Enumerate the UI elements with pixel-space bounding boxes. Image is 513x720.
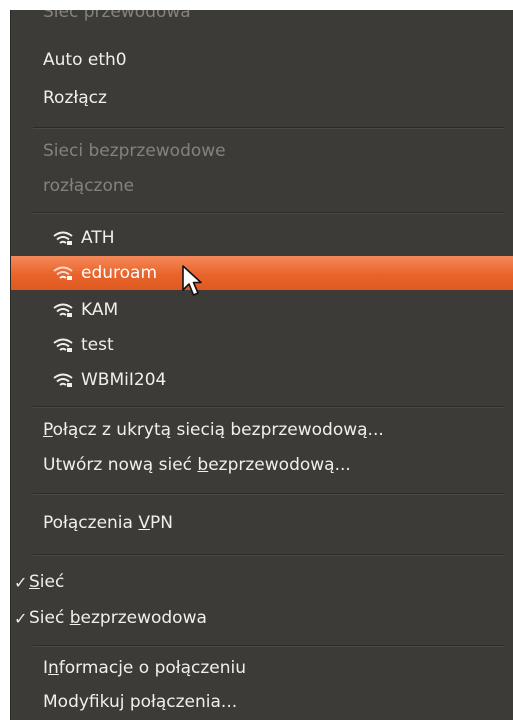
checkmark-icon: ✓ [14,608,28,628]
network-item-ath[interactable]: ATH [11,221,513,255]
network-item-eduroam[interactable]: eduroam [11,256,513,290]
mnemonic-letter: b [69,608,81,628]
menu-item-connect-hidden-network[interactable]: Połącz z ukrytą siecią bezprzewodową... [11,413,513,447]
menu-item-auto-eth0-label: Auto eth0 [43,50,127,70]
label-suffix: formacje o połączeniu [58,658,247,678]
menu-item-toggle-wireless[interactable]: ✓ Sieć bezprzewodowa [11,601,513,635]
wireless-networks-header: Sieci bezprzewodowe [11,134,513,168]
wifi-signal-icon [53,338,73,352]
separator [33,127,504,128]
menu-item-auto-eth0[interactable]: Auto eth0 [11,43,513,77]
separator [33,212,504,213]
mnemonic-letter: b [197,455,209,475]
mnemonic-letter: S [29,572,40,592]
menu-item-edit-connections[interactable]: Modyfikuj połączenia... [11,685,513,719]
separator [33,406,504,407]
separator [33,645,504,646]
network-item-test[interactable]: test [11,328,513,362]
menu-item-disconnect-label: Rozłącz [43,88,107,108]
label-suffix: ieć [39,572,65,592]
wifi-signal-icon [53,231,73,245]
wireless-networks-header-label: Sieci bezprzewodowe [43,141,226,161]
menu-item-connect-hidden-network-label: Połącz z ukrytą siecią bezprzewodową... [43,420,384,440]
menu-item-vpn-connections[interactable]: Połączenia VPN [11,506,513,540]
separator [33,493,504,494]
mouse-pointer-icon [182,265,202,296]
label-suffix: ezprzewodowa [80,608,207,628]
label-prefix: Połączenia [43,513,139,533]
wired-networks-header: Sieć przewodowa [11,10,513,44]
menu-item-connection-information[interactable]: Informacje o połączeniu [11,651,513,685]
menu-item-disconnect[interactable]: Rozłącz [11,81,513,115]
menu-item-vpn-connections-label: Połączenia VPN [43,513,173,533]
network-name: ATH [81,228,115,248]
separator [33,554,504,555]
label-suffix: ołącz z ukrytą siecią bezprzewodową... [52,420,384,440]
wireless-status: rozłączone [11,169,513,203]
menu-item-toggle-wireless-label: Sieć bezprzewodowa [29,608,207,628]
menu-item-create-new-network[interactable]: Utwórz nową sieć bezprzewodową... [11,448,513,482]
network-name: test [81,335,114,355]
network-menu: Sieć przewodowa Auto eth0 Rozłącz Sieci … [10,10,513,720]
wifi-signal-icon [53,373,73,387]
wifi-signal-icon [53,303,73,317]
network-item-wbmii204[interactable]: WBMiI204 [11,363,513,397]
menu-item-edit-connections-label: Modyfikuj połączenia... [43,692,238,712]
label-prefix: Sieć [29,608,70,628]
wired-networks-header-label: Sieć przewodowa [43,10,191,22]
network-name: eduroam [81,263,158,283]
network-name: WBMiI204 [81,370,167,390]
network-name: KAM [81,300,119,320]
wifi-signal-icon [53,266,73,280]
checkmark-icon: ✓ [14,572,28,592]
label-suffix: PN [149,513,173,533]
wireless-status-label: rozłączone [43,176,135,196]
network-item-kam[interactable]: KAM [11,293,513,327]
mnemonic-letter: P [43,420,53,440]
menu-item-toggle-networking[interactable]: ✓ Sieć [11,565,513,599]
menu-item-toggle-networking-label: Sieć [29,572,64,592]
label-suffix: ezprzewodową... [208,455,351,475]
mnemonic-letter: V [138,513,150,533]
menu-item-create-new-network-label: Utwórz nową sieć bezprzewodową... [43,455,351,475]
mnemonic-letter: n [48,658,59,678]
menu-item-connection-information-label: Informacje o połączeniu [43,658,246,678]
label-prefix: Utwórz nową sieć [43,455,198,475]
